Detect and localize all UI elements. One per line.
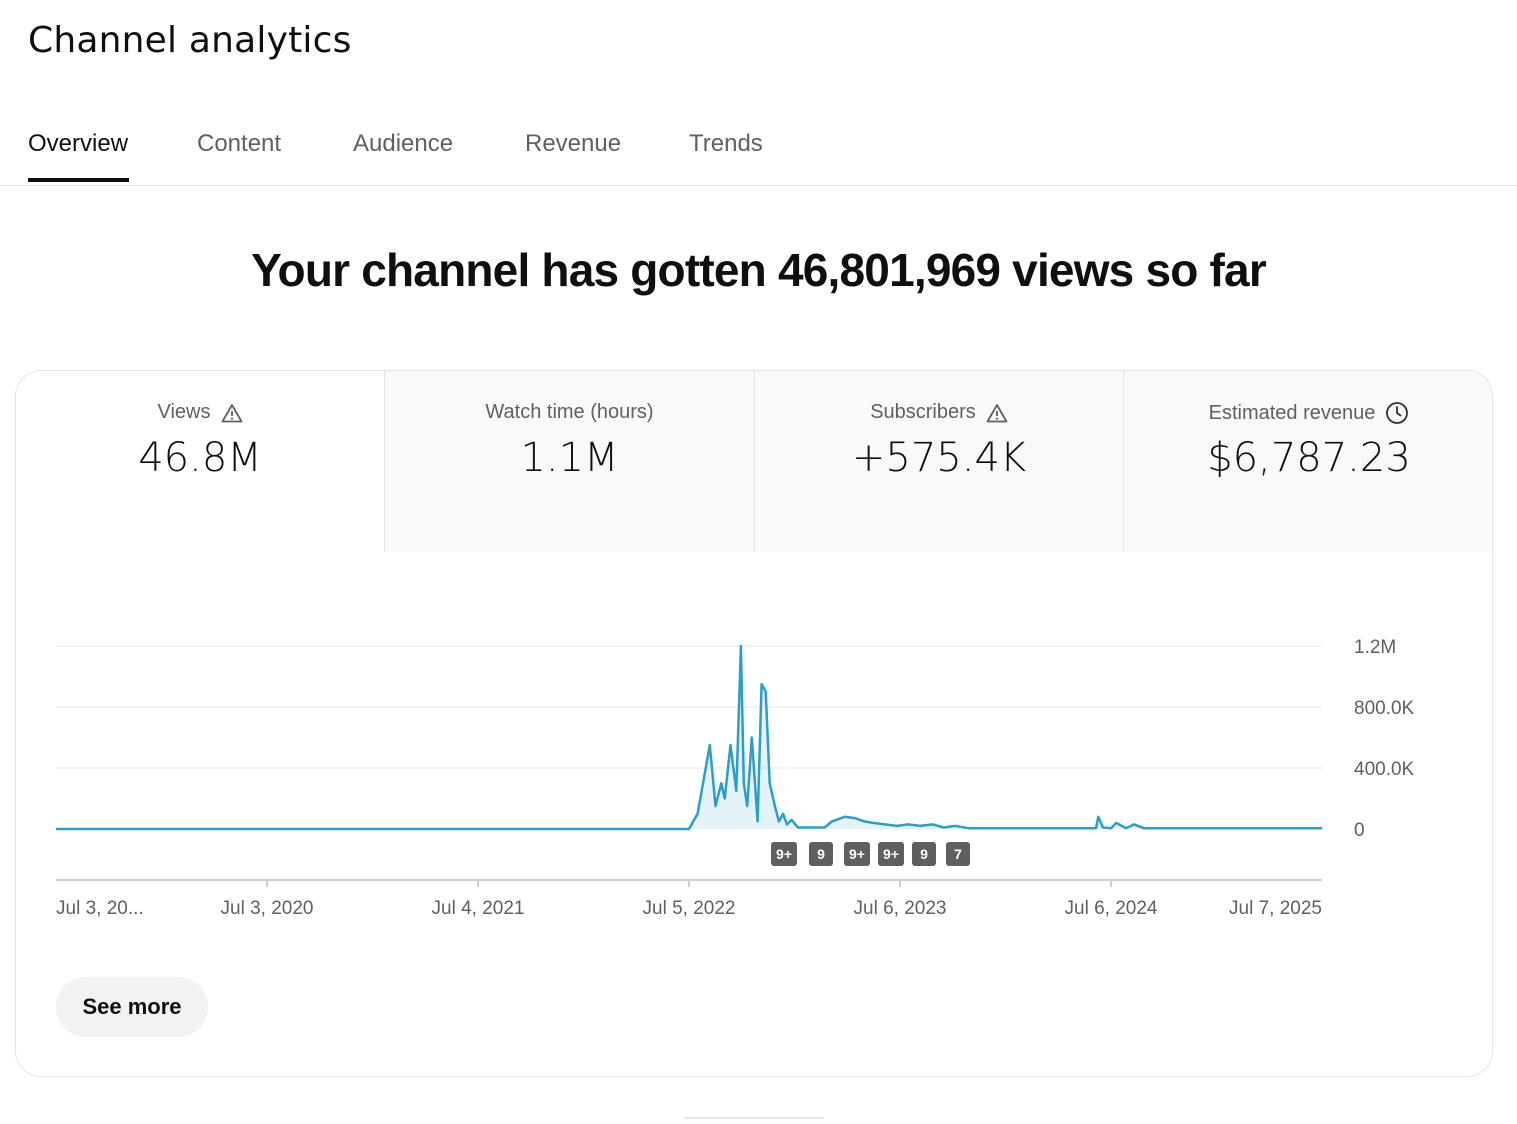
x-tick-label: Jul 7, 2025 [1229, 898, 1322, 919]
tab-revenue[interactable]: Revenue [525, 130, 621, 182]
annotation-badge-label: 9+ [883, 846, 899, 862]
active-tab-indicator [28, 178, 129, 182]
annotation-badge-label: 9+ [776, 846, 792, 862]
page-title: Channel analytics [28, 20, 352, 61]
x-tick-label: Jul 6, 2024 [1065, 898, 1158, 919]
annotation-badge-label: 7 [954, 846, 962, 862]
annotation-badge-label: 9+ [849, 846, 865, 862]
x-tick-label: Jul 3, 20... [56, 898, 144, 919]
tab-trends[interactable]: Trends [689, 130, 763, 182]
views-chart[interactable]: 0 400.0K 800.0K 1.2M Jul 3, 20... Jul 3, 2020… [16, 371, 1493, 971]
y-tick-label: 0 [1354, 820, 1365, 841]
tab-audience[interactable]: Audience [353, 130, 453, 182]
x-tick-label: Jul 4, 2021 [432, 898, 525, 919]
tab-bar: Overview Content Audience Revenue Trends [0, 118, 1517, 186]
y-tick-label: 1.2M [1354, 637, 1396, 658]
analytics-card: Views 46.8M Watch time (hours) 1.1M Subs… [15, 370, 1493, 1077]
x-tick-label: Jul 5, 2022 [643, 898, 736, 919]
y-tick-label: 800.0K [1354, 698, 1415, 719]
series-area [56, 646, 1322, 829]
annotation-badge-label: 9 [817, 846, 825, 862]
x-tick-label: Jul 3, 2020 [221, 898, 314, 919]
x-tick-label: Jul 6, 2023 [854, 898, 947, 919]
tab-content[interactable]: Content [197, 130, 281, 182]
see-more-button[interactable]: See more [56, 977, 208, 1037]
annotation-badge-label: 9 [920, 846, 928, 862]
bottom-divider [684, 1117, 824, 1119]
headline: Your channel has gotten 46,801,969 views… [251, 244, 1267, 296]
y-tick-label: 400.0K [1354, 759, 1415, 780]
tab-overview[interactable]: Overview [28, 130, 128, 182]
series-line [56, 644, 1322, 831]
